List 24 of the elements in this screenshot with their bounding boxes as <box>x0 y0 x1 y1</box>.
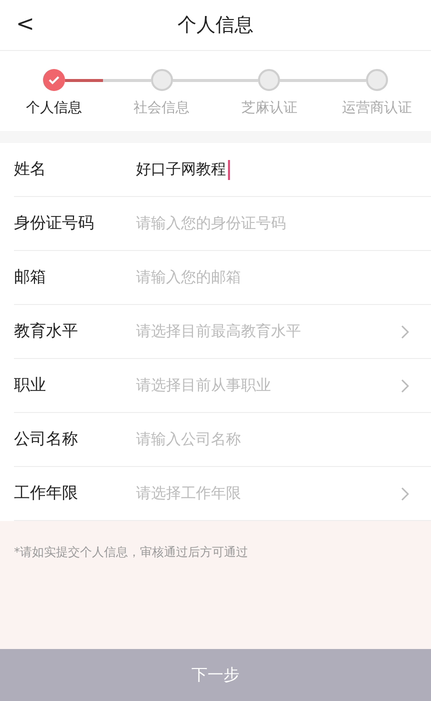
step-label: 个人信息 <box>26 99 82 117</box>
form-row[interactable]: 身份证号码 请输入您的身份证号码 <box>14 197 431 251</box>
chevron-icon <box>401 324 409 338</box>
field-label: 公司名称 <box>14 429 79 450</box>
step-label: 运营商认证 <box>342 99 412 117</box>
back-button[interactable]: < <box>12 12 38 37</box>
step-label: 芝麻认证 <box>241 99 298 117</box>
form-row[interactable]: 邮箱 请输入您的邮箱 <box>14 251 431 305</box>
chevron-icon <box>401 378 409 392</box>
field-label: 职业 <box>14 375 47 396</box>
field-value[interactable]: 好口子网教程 <box>136 160 226 179</box>
form-row[interactable]: 职业 请选择目前从事职业 <box>14 359 431 413</box>
form-row[interactable]: 姓名 好口子网教程 <box>14 143 431 197</box>
form-row[interactable]: 公司名称 请输入公司名称 <box>14 413 431 467</box>
chevron-icon <box>401 486 409 500</box>
field-label: 身份证号码 <box>14 213 95 234</box>
notice-text: *请如实提交个人信息，审核通过后方可通过 <box>14 545 248 559</box>
field-label: 邮箱 <box>14 267 47 288</box>
field-label: 姓名 <box>14 159 47 180</box>
field-label: 工作年限 <box>14 483 79 504</box>
page-title: 个人信息 <box>178 13 254 38</box>
field-label: 教育水平 <box>14 321 79 342</box>
form-row[interactable]: 教育水平 请选择目前最高教育水平 <box>14 305 431 359</box>
step-label: 社会信息 <box>134 99 190 117</box>
